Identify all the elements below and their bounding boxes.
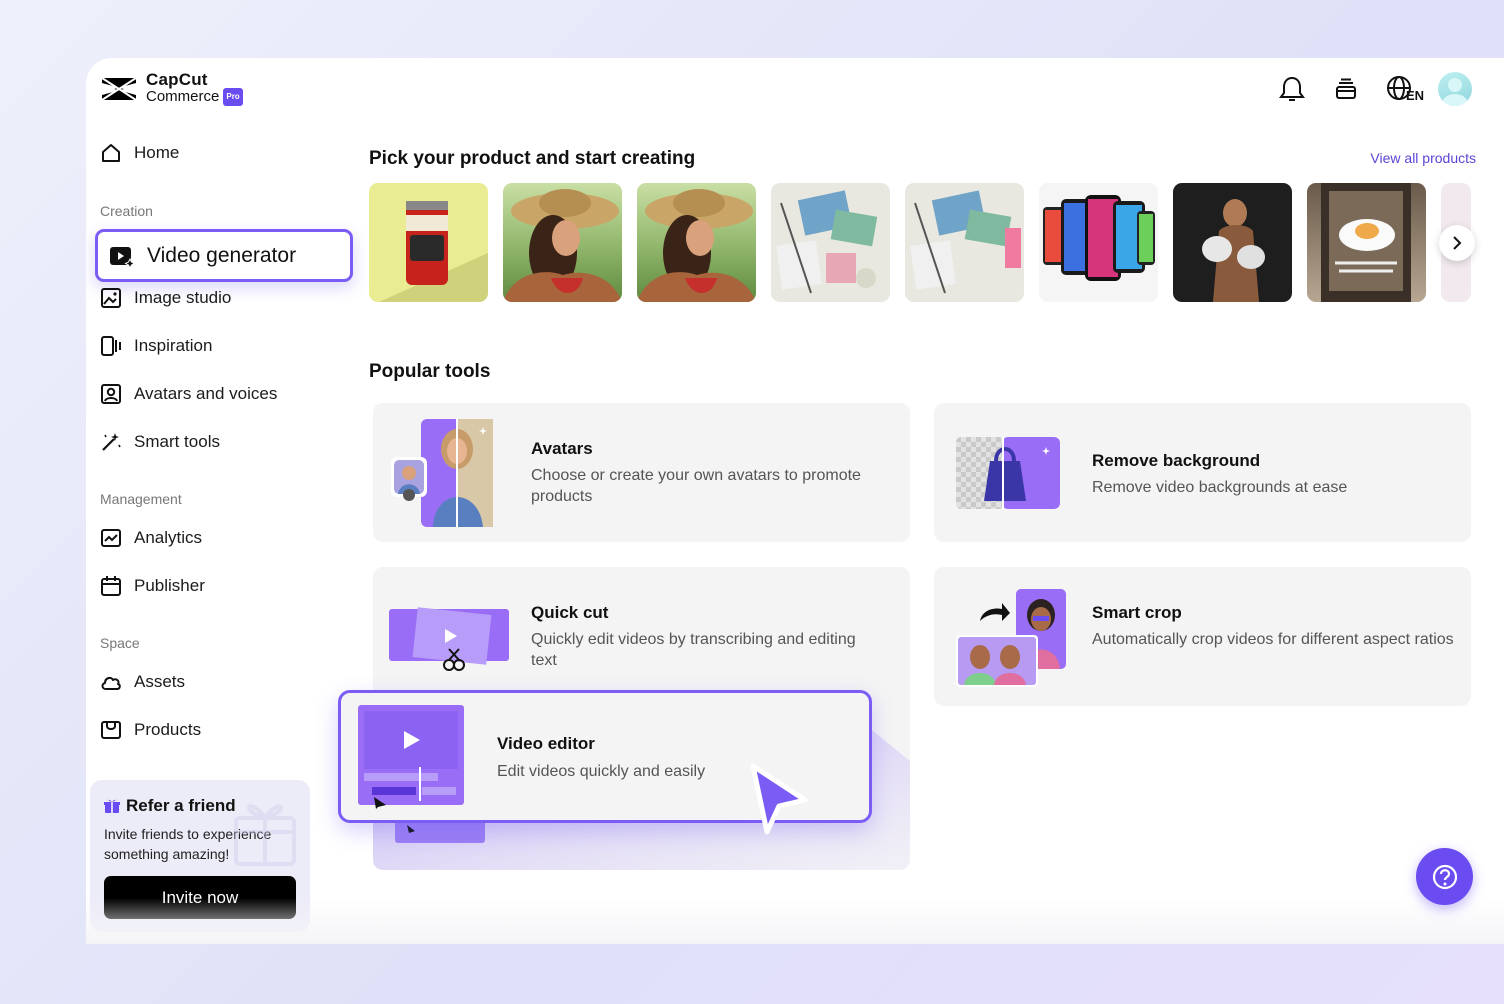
- tool-description: Remove video backgrounds at ease: [1092, 479, 1348, 496]
- product-thumb-boxer[interactable]: [1173, 183, 1292, 302]
- home-icon: [102, 144, 120, 162]
- tool-description: Edit videos quickly and easily: [497, 763, 706, 780]
- globe-language-icon[interactable]: EN: [1384, 73, 1424, 105]
- avatars-tool-icon: [391, 419, 493, 527]
- capcut-logo-icon: [101, 77, 137, 101]
- image-studio-icon: [101, 288, 121, 308]
- video-editor-icon: [358, 705, 464, 809]
- video-generator-icon: [110, 246, 135, 268]
- carousel-next-button[interactable]: [1439, 225, 1475, 261]
- sidebar-item-label: Inspiration: [134, 336, 213, 355]
- product-thumb-stationery[interactable]: [771, 183, 890, 302]
- inspiration-icon: [101, 336, 121, 356]
- pro-badge: Pro: [223, 88, 243, 106]
- question-icon: [1432, 864, 1457, 889]
- tool-title: Video editor: [497, 734, 595, 753]
- sidebar-item-video-generator[interactable]: Video generator: [95, 229, 353, 282]
- sidebar-item-publisher[interactable]: Publisher: [100, 575, 205, 597]
- refer-title: Refer a friend: [126, 796, 236, 815]
- section-label-space: Space: [100, 635, 140, 651]
- gift-decoration-icon: [234, 804, 296, 866]
- user-avatar[interactable]: [1438, 72, 1472, 106]
- tool-title: Remove background: [1092, 451, 1261, 470]
- tool-card-remove-background[interactable]: Remove background Remove video backgroun…: [934, 403, 1471, 542]
- sidebar-item-smart-tools[interactable]: Smart tools: [100, 431, 220, 453]
- tool-description: Choose or create your own avatars to pro…: [531, 467, 861, 505]
- brand-name: CapCut: [146, 70, 208, 89]
- product-thumb-stationery-2[interactable]: [905, 183, 1024, 302]
- remove-background-icon: [956, 437, 1060, 509]
- capcut-commerce-logo[interactable]: CapCut Commerce Pro: [100, 70, 243, 106]
- gift-icon: [104, 799, 120, 813]
- brand-subname: Commerce: [146, 88, 220, 105]
- sidebar-item-label: Home: [134, 143, 180, 162]
- tool-card-quick-cut[interactable]: Quick cut Quickly edit videos by transcr…: [373, 567, 910, 706]
- product-carousel: [369, 183, 1471, 302]
- product-box-icon: [101, 721, 121, 739]
- avatar-voice-icon: [101, 384, 121, 404]
- help-button[interactable]: [1416, 848, 1473, 905]
- sidebar-item-label: Video generator: [147, 243, 297, 267]
- tool-title: Smart crop: [1092, 603, 1182, 622]
- popular-tools-heading: Popular tools: [369, 361, 491, 382]
- sidebar-item-inspiration[interactable]: Inspiration: [100, 335, 212, 357]
- tool-description: Quickly edit videos by transcribing and …: [531, 631, 856, 669]
- mouse-pointer-icon: [750, 763, 808, 835]
- section-label-management: Management: [100, 491, 182, 507]
- magic-wand-icon: [102, 433, 121, 451]
- product-thumb-woman-hat-2[interactable]: [637, 183, 756, 302]
- sidebar-item-label: Products: [134, 720, 202, 739]
- sidebar-item-label: Analytics: [134, 528, 203, 547]
- smart-crop-icon: [956, 589, 1066, 687]
- analytics-icon: [101, 529, 121, 547]
- tool-title: Avatars: [531, 439, 593, 458]
- language-code: EN: [1406, 88, 1425, 103]
- sidebar-item-assets[interactable]: Assets: [100, 671, 185, 693]
- cloud-icon: [101, 676, 121, 690]
- tool-card-avatars[interactable]: Avatars Choose or create your own avatar…: [373, 403, 910, 542]
- sidebar-item-analytics[interactable]: Analytics: [100, 527, 202, 549]
- quick-cut-icon: [389, 607, 509, 671]
- product-thumb-table-setting[interactable]: [1307, 183, 1426, 302]
- sidebar-item-label: Smart tools: [134, 432, 220, 451]
- layers-icon[interactable]: [1330, 73, 1362, 105]
- product-thumb-smartphones[interactable]: [1039, 183, 1158, 302]
- chevron-right-icon: [1453, 236, 1462, 250]
- sidebar-item-avatars-voices[interactable]: Avatars and voices: [100, 383, 277, 405]
- bell-icon[interactable]: [1276, 73, 1308, 105]
- sidebar-item-label: Image studio: [134, 288, 232, 307]
- tool-card-smart-crop[interactable]: Smart crop Automatically crop videos for…: [934, 567, 1471, 706]
- sidebar-item-label: Assets: [134, 672, 186, 691]
- view-all-products-link[interactable]: View all products: [1370, 150, 1476, 166]
- pick-product-heading: Pick your product and start creating: [369, 148, 696, 169]
- sidebar-item-home[interactable]: Home: [100, 142, 179, 164]
- tool-title: Quick cut: [531, 603, 609, 622]
- sidebar-item-label: Avatars and voices: [134, 384, 278, 403]
- app-window: CapCut Commerce Pro EN Home Creation Vide…: [86, 58, 1504, 944]
- bottom-fade: [86, 898, 1504, 944]
- sidebar-item-label: Publisher: [134, 576, 205, 595]
- calendar-icon: [101, 576, 121, 596]
- sidebar-item-image-studio[interactable]: Image studio: [100, 287, 231, 309]
- tool-description: Automatically crop videos for different …: [1092, 631, 1454, 648]
- sidebar-item-products[interactable]: Products: [100, 719, 201, 741]
- product-thumb-can[interactable]: [369, 183, 488, 302]
- section-label-creation: Creation: [100, 203, 153, 219]
- product-thumb-woman-hat[interactable]: [503, 183, 622, 302]
- header-actions: EN: [1276, 72, 1472, 106]
